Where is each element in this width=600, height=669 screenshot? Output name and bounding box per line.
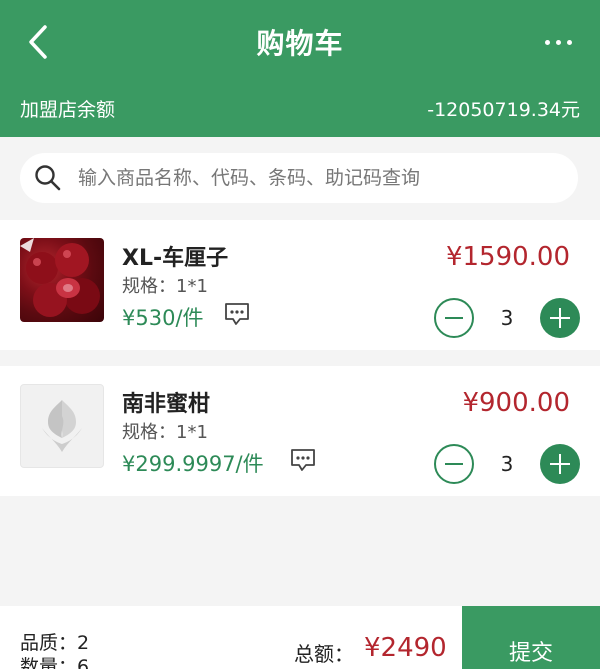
unit-price: ¥530/件 [122, 306, 204, 330]
line-total: ¥900.00 [462, 388, 570, 418]
cherry-photo-icon [20, 238, 100, 317]
quantity-value[interactable]: 3 [488, 306, 526, 330]
more-button[interactable] [538, 26, 578, 58]
cart-item: 南非蜜柑 规格：1*1 ¥299.9997/件 ¥900.00 3 [0, 366, 600, 496]
unit-price: ¥299.9997/件 [122, 452, 264, 476]
item-count: 数量：6 [20, 656, 90, 669]
comment-icon[interactable] [224, 302, 250, 326]
total-amount: ¥2490 [364, 633, 447, 663]
decrease-quantity-button[interactable] [434, 444, 474, 484]
increase-quantity-button[interactable] [540, 298, 580, 338]
submit-button[interactable]: 提交 [462, 606, 600, 669]
cart-page: 购物车 加盟店余额 -12050719.34元 输入商品名称、代码、条码、助记码… [0, 0, 600, 669]
balance-value: -12050719.34元 [427, 99, 580, 121]
total-label: 总额： [294, 642, 354, 666]
more-dots-icon [544, 39, 550, 45]
search-icon [35, 165, 61, 191]
search-bar [0, 137, 600, 219]
increase-quantity-button[interactable] [540, 444, 580, 484]
product-spec: 规格：1*1 [122, 276, 208, 297]
more-dots-icon [555, 39, 561, 45]
quantity-value[interactable]: 3 [488, 452, 526, 476]
variety-count: 品质：2 [20, 632, 90, 654]
checkout-bar: 品质：2 数量：6 总额： ¥2490 提交 [0, 606, 600, 669]
more-dots-icon [566, 39, 572, 45]
product-name[interactable]: 南非蜜柑 [122, 386, 210, 418]
placeholder-logo-icon [42, 400, 82, 452]
cart-item: XL-车厘子 规格：1*1 ¥530/件 ¥1590.00 3 [0, 220, 600, 350]
product-image[interactable] [20, 238, 104, 322]
product-spec: 规格：1*1 [122, 422, 208, 443]
page-title: 购物车 [256, 27, 344, 60]
line-total: ¥1590.00 [445, 242, 570, 272]
comment-icon[interactable] [290, 448, 316, 472]
search-box[interactable] [20, 153, 578, 203]
search-input[interactable] [78, 167, 548, 189]
product-name[interactable]: XL-车厘子 [122, 240, 228, 272]
header: 购物车 加盟店余额 -12050719.34元 [0, 0, 600, 137]
balance-label: 加盟店余额 [20, 99, 116, 121]
decrease-quantity-button[interactable] [434, 298, 474, 338]
product-image[interactable] [20, 384, 104, 468]
